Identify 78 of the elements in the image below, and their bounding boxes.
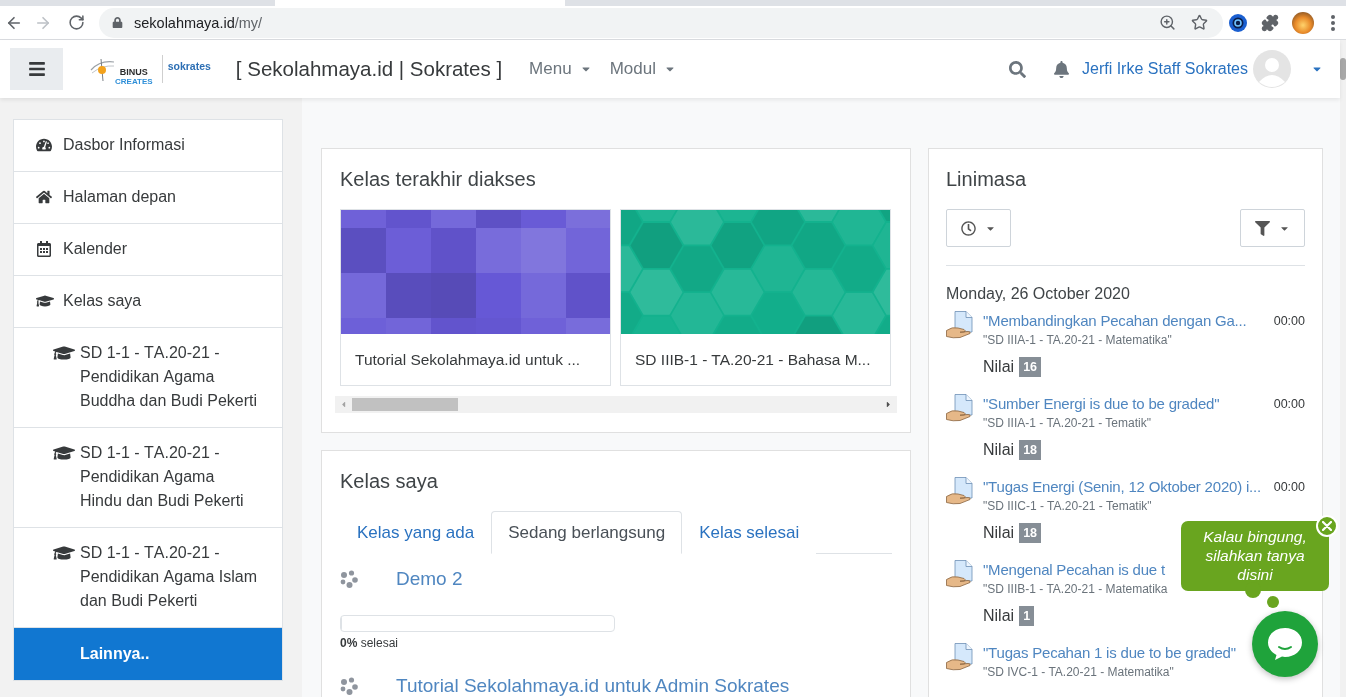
section-title: Linimasa	[946, 167, 1028, 191]
dots-ring-icon	[340, 570, 358, 588]
grade-badge: 1	[1019, 606, 1035, 626]
vertical-scrollbar[interactable]	[1340, 40, 1346, 697]
event-time: 00:00	[1272, 314, 1305, 328]
scrollbar-thumb[interactable]	[1340, 58, 1346, 80]
menu-toggle-button[interactable]	[10, 48, 63, 90]
close-icon	[1322, 521, 1332, 531]
more-link[interactable]: Lainnya..	[14, 627, 282, 680]
nav-menu[interactable]: Menu	[529, 59, 592, 79]
caret-right-icon[interactable]	[884, 400, 893, 409]
hand-document-icon	[946, 394, 976, 422]
clock-icon	[961, 220, 976, 236]
menu-icon	[27, 60, 46, 78]
hand-document-icon	[946, 311, 976, 339]
caret-left-icon[interactable]	[339, 400, 348, 409]
date-heading: Monday, 26 October 2020	[946, 284, 1130, 304]
grade-label: Nilai	[983, 441, 1015, 459]
nav-menu[interactable]: Modul	[609, 59, 676, 79]
reload-icon	[67, 14, 85, 31]
grade-label: Nilai	[983, 358, 1015, 376]
event-link[interactable]: "Tugas Pecahan 1 is due to be graded"	[983, 643, 1236, 663]
event-link[interactable]: "Sumber Energi is due to be graded"	[983, 394, 1220, 414]
zoom-in-icon	[1158, 14, 1176, 31]
site-title: [ Sekolahmaya.id | Sokrates ]	[235, 57, 503, 81]
event-course: "SD IIIC-1 - TA.20-21 - Tematik"	[983, 499, 1152, 514]
event-link[interactable]: "Tugas Energi (Senin, 12 Oktober 2020) i...	[983, 477, 1261, 497]
logo-wordmark: CREATES	[115, 76, 153, 86]
course-name[interactable]: SD IIIB-1 - TA.20-21 - Bahasa M...	[635, 350, 871, 369]
event-course: "SD IIIA-1 - TA.20-21 - Matematika"	[983, 333, 1172, 348]
logo-wordmark: sokrates	[167, 60, 211, 72]
course-name[interactable]: Tutorial Sekolahmaya.id untuk ...	[355, 350, 581, 369]
calendar-icon	[36, 241, 52, 257]
filter-dropdown-button[interactable]	[1240, 209, 1305, 247]
event-course: "SD IIIA-1 - TA.20-21 - Tematik"	[983, 416, 1151, 431]
kebab-menu-icon	[1331, 14, 1335, 31]
event-link[interactable]: "Membandingkan Pecahan dengan Ga...	[983, 311, 1247, 331]
course-link[interactable]: Demo 2	[396, 568, 463, 590]
hand-document-icon	[946, 643, 976, 671]
course-link[interactable]: Tutorial Sekolahmaya.id untuk Admin Sokrates	[396, 675, 790, 697]
grade-label: Nilai	[983, 607, 1015, 625]
progress-label: 0% selesai	[340, 636, 399, 650]
grade-badge: 18	[1019, 523, 1042, 543]
ring-icon	[1229, 13, 1247, 32]
profile-avatar[interactable]	[1292, 11, 1314, 34]
sort-dropdown-button[interactable]	[946, 209, 1011, 247]
event-time: 00:00	[1272, 480, 1305, 494]
user-name-link[interactable]: Jerfi Irke Staff Sokrates	[1082, 60, 1248, 78]
event-link[interactable]: "Mengenal Pecahan is due t	[983, 560, 1165, 580]
section-title: Kelas saya	[340, 469, 439, 493]
logo-wordmark: BINUS	[119, 66, 148, 77]
grade-label: Nilai	[983, 524, 1015, 542]
grade-badge: 16	[1019, 357, 1042, 377]
scrollbar-thumb[interactable]	[352, 398, 458, 411]
search-icon	[1008, 60, 1026, 78]
tab[interactable]: Sedang berlangsung	[491, 511, 683, 554]
filter-icon	[1255, 220, 1270, 236]
home-icon	[36, 189, 52, 205]
bell-icon	[1052, 60, 1070, 78]
logo-swoosh-icon	[90, 56, 114, 82]
grade-badge: 18	[1019, 440, 1042, 460]
chat-message-bubble: Kalau bingung, silahkan tanya disini	[1181, 521, 1329, 591]
dashboard-icon	[36, 137, 52, 153]
hand-document-icon	[946, 560, 976, 588]
course-card[interactable]: Tutorial Sekolahmaya.id untuk ...	[340, 209, 611, 386]
dots-ring-icon	[340, 677, 358, 695]
speech-bubble-icon	[1267, 627, 1303, 661]
puzzle-icon	[1261, 13, 1279, 32]
address-bar[interactable]: sekolahmaya.id/my/	[99, 7, 1223, 38]
event-course: "SD IIIB-1 - TA.20-21 - Matematika	[983, 582, 1168, 597]
event-time: 00:00	[1272, 397, 1305, 411]
section-title: Kelas terakhir diakses	[340, 167, 537, 191]
lock-icon	[112, 17, 123, 28]
course-card[interactable]: SD IIIB-1 - TA.20-21 - Bahasa M...	[620, 209, 891, 386]
event-course: "SD IVC-1 - TA.20-21 - Matematika"	[983, 665, 1174, 680]
star-icon	[1190, 14, 1208, 31]
horizontal-scrollbar[interactable]	[335, 396, 897, 413]
hand-document-icon	[946, 477, 976, 505]
